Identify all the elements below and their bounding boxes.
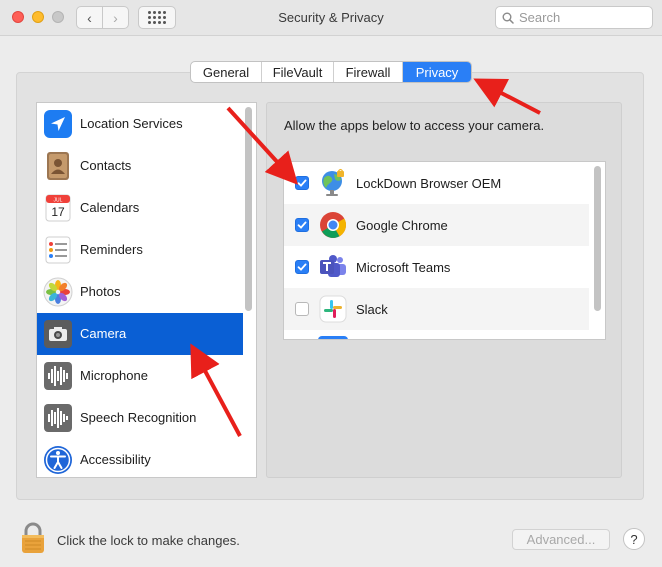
forward-button[interactable]: › bbox=[102, 6, 129, 29]
speech-waveform-icon bbox=[44, 404, 72, 432]
app-label: LockDown Browser OEM bbox=[356, 176, 502, 191]
camera-icon bbox=[44, 320, 72, 348]
partial-app-icon bbox=[318, 336, 348, 339]
app-label: Microsoft Teams bbox=[356, 260, 451, 275]
location-arrow-icon bbox=[44, 110, 72, 138]
minimize-window-button[interactable] bbox=[32, 11, 44, 23]
contacts-book-icon bbox=[47, 152, 69, 180]
lockdown-browser-checkbox[interactable] bbox=[295, 176, 309, 190]
close-window-button[interactable] bbox=[12, 11, 24, 23]
microsoft-teams-checkbox[interactable] bbox=[295, 260, 309, 274]
category-list-scrollbar[interactable] bbox=[245, 107, 252, 311]
category-calendars[interactable]: JUL 17 Calendars bbox=[37, 187, 243, 229]
teams-icon bbox=[320, 255, 346, 277]
tab-bar: General FileVault Firewall Privacy bbox=[190, 61, 472, 83]
lockdown-browser-globe-icon bbox=[322, 168, 344, 196]
app-row-partial bbox=[284, 330, 589, 339]
search-icon bbox=[502, 12, 514, 24]
slack-checkbox[interactable] bbox=[295, 302, 309, 316]
accessibility-icon bbox=[44, 446, 72, 474]
camera-app-list[interactable]: LockDown Browser OEM Google Chrome Micro… bbox=[283, 161, 606, 340]
lock-instruction-text: Click the lock to make changes. bbox=[57, 533, 240, 548]
zoom-window-button[interactable] bbox=[52, 11, 64, 23]
back-button[interactable]: ‹ bbox=[76, 6, 103, 29]
category-accessibility[interactable]: Accessibility bbox=[37, 439, 243, 477]
chrome-icon bbox=[320, 212, 347, 238]
category-microphone[interactable]: Microphone bbox=[37, 355, 243, 397]
grid-icon bbox=[148, 11, 166, 24]
category-label: Reminders bbox=[80, 242, 143, 257]
search-field[interactable] bbox=[495, 6, 653, 29]
category-location-services[interactable]: Location Services bbox=[37, 103, 243, 145]
tab-filevault[interactable]: FileVault bbox=[262, 62, 334, 82]
lock-icon[interactable] bbox=[20, 522, 46, 554]
svg-text:17: 17 bbox=[51, 205, 65, 219]
category-speech-recognition[interactable]: Speech Recognition bbox=[37, 397, 243, 439]
camera-access-description: Allow the apps below to access your came… bbox=[284, 118, 545, 133]
checkmark-icon bbox=[297, 221, 307, 229]
google-chrome-checkbox[interactable] bbox=[295, 218, 309, 232]
privacy-category-list[interactable]: Location Services Contacts JUL 17 Calend… bbox=[36, 102, 257, 478]
category-reminders[interactable]: Reminders bbox=[37, 229, 243, 271]
category-label: Photos bbox=[80, 284, 121, 299]
category-label: Accessibility bbox=[80, 452, 151, 467]
microphone-waveform-icon bbox=[44, 362, 72, 390]
chevron-right-icon: › bbox=[113, 9, 118, 26]
tab-firewall[interactable]: Firewall bbox=[334, 62, 403, 82]
category-label: Camera bbox=[80, 326, 127, 341]
advanced-button[interactable]: Advanced... bbox=[512, 529, 610, 550]
app-row-google-chrome: Google Chrome bbox=[284, 204, 589, 246]
calendar-icon: JUL 17 bbox=[45, 194, 71, 222]
reminders-list-icon bbox=[45, 236, 71, 264]
app-row-microsoft-teams: Microsoft Teams bbox=[284, 246, 589, 288]
category-camera[interactable]: Camera bbox=[37, 313, 243, 355]
category-photos[interactable]: Photos bbox=[37, 271, 243, 313]
app-row-slack: Slack bbox=[284, 288, 589, 330]
photos-flower-icon bbox=[43, 277, 73, 307]
search-input[interactable] bbox=[519, 10, 639, 25]
tab-general[interactable]: General bbox=[191, 62, 262, 82]
app-label: Google Chrome bbox=[356, 218, 448, 233]
tab-privacy[interactable]: Privacy bbox=[403, 62, 471, 82]
chevron-left-icon: ‹ bbox=[87, 9, 92, 26]
category-contacts[interactable]: Contacts bbox=[37, 145, 243, 187]
category-label: Calendars bbox=[80, 200, 140, 215]
svg-text:JUL: JUL bbox=[54, 198, 63, 204]
help-button[interactable]: ? bbox=[623, 528, 645, 550]
category-label: Speech Recognition bbox=[80, 410, 197, 425]
slack-icon bbox=[319, 295, 347, 323]
checkmark-icon bbox=[297, 263, 307, 271]
category-label: Location Services bbox=[80, 116, 183, 131]
app-label: Slack bbox=[356, 302, 388, 317]
category-label: Contacts bbox=[80, 158, 132, 173]
app-row-lockdown-browser: LockDown Browser OEM bbox=[284, 162, 589, 204]
title-bar: ‹ › Security & Privacy bbox=[0, 0, 662, 36]
category-label: Microphone bbox=[80, 368, 148, 383]
show-all-button[interactable] bbox=[138, 6, 176, 29]
checkmark-icon bbox=[297, 179, 307, 187]
app-list-scrollbar[interactable] bbox=[594, 166, 601, 311]
